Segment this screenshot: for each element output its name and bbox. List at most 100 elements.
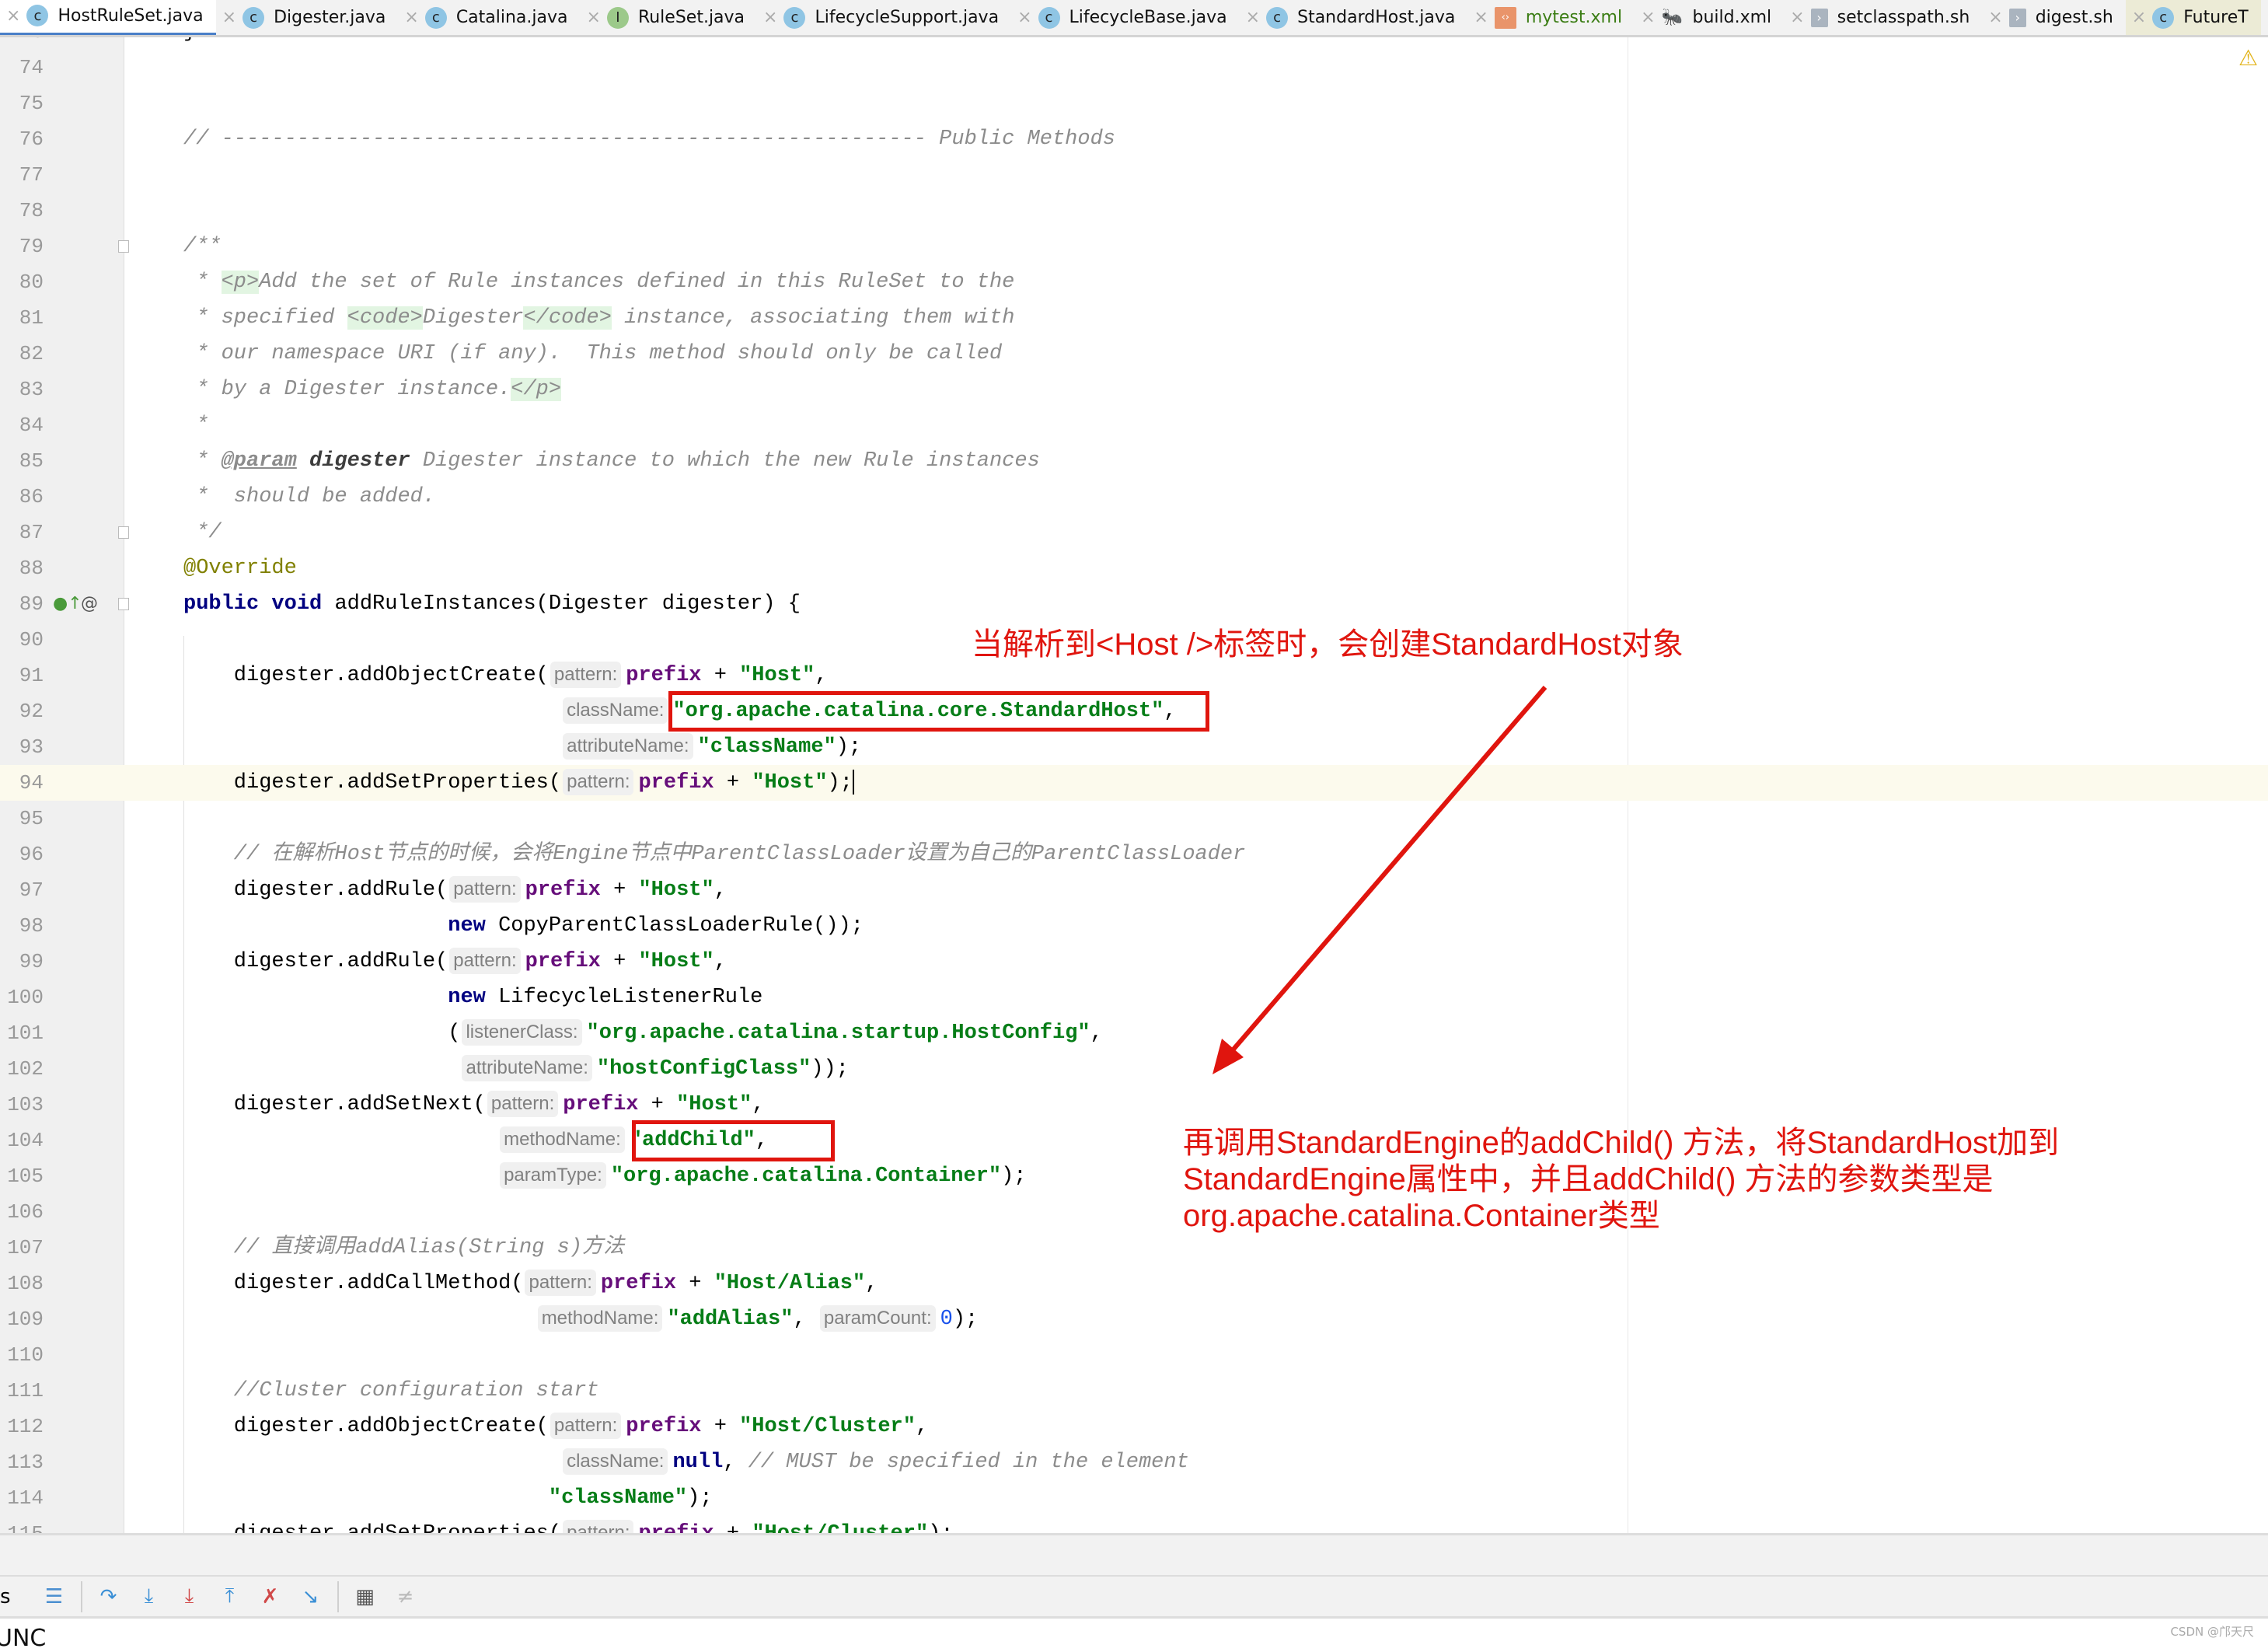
trace-icon[interactable]: ≠ xyxy=(386,1581,426,1612)
code-line[interactable]: 84 * xyxy=(0,407,2268,443)
code-line[interactable]: 93 attributeName: "className"); xyxy=(0,729,2268,765)
line-number: 75 xyxy=(19,92,44,115)
step-into-icon[interactable]: ⤓ xyxy=(129,1581,169,1612)
toolbar-left-label[interactable]: s xyxy=(0,1585,11,1608)
close-icon[interactable]: × xyxy=(1246,8,1260,27)
code-line[interactable]: 109 methodName: "addAlias", paramCount: 0)… xyxy=(0,1301,2268,1337)
code-line[interactable]: 98 new CopyParentClassLoaderRule()); xyxy=(0,908,2268,944)
code-line[interactable]: 97 digester.addRule(pattern: prefix + "Ho… xyxy=(0,872,2268,908)
parameter-hint: pattern: xyxy=(449,876,521,903)
tab-mytest-xml[interactable]: × ‹› mytest.xml xyxy=(1467,0,1635,35)
parameter-hint: pattern: xyxy=(525,1270,596,1296)
code-line[interactable]: 88 @Override xyxy=(0,550,2268,586)
code-lines[interactable]: 73} 74 75 76 // ----------------------------… xyxy=(0,37,2268,1533)
code-editor[interactable]: 73} 74 75 76 // ----------------------------… xyxy=(0,37,2268,1533)
code-line[interactable]: 77 xyxy=(0,157,2268,193)
tab-ruleset-java[interactable]: × I RuleSet.java xyxy=(581,0,758,35)
close-icon[interactable]: × xyxy=(1474,8,1488,27)
code-line[interactable]: 110 xyxy=(0,1337,2268,1373)
tab-catalina-java[interactable]: × c Catalina.java xyxy=(398,0,580,35)
fold-marker-icon[interactable] xyxy=(118,526,129,539)
close-icon[interactable]: × xyxy=(1790,8,1804,27)
code-line[interactable]: 78 xyxy=(0,193,2268,229)
code-line[interactable]: 86 * should be added. xyxy=(0,479,2268,515)
tab-futuret[interactable]: × c FutureT xyxy=(2125,0,2261,35)
code-line[interactable]: 87 */ xyxy=(0,515,2268,550)
parameter-hint: attributeName: xyxy=(462,1055,592,1081)
tab-hostruleset-java[interactable]: × c HostRuleSet.java xyxy=(0,0,216,35)
tab-lifecyclesupport-java[interactable]: × c LifecycleSupport.java xyxy=(757,0,1011,35)
close-icon[interactable]: × xyxy=(1017,8,1031,27)
fold-marker-icon[interactable] xyxy=(118,598,129,610)
tab-setclasspath-sh[interactable]: × › setclasspath.sh xyxy=(1784,0,1982,35)
annotation-note-2-line: 再调用StandardEngine的addChild() 方法，将Standar… xyxy=(1183,1126,2060,1160)
code-line[interactable]: 103 digester.addSetNext(pattern: prefix +… xyxy=(0,1087,2268,1123)
code-text: * <p>Add the set of Rule instances defin… xyxy=(183,264,1014,300)
code-line[interactable]: 114 "className"); xyxy=(0,1480,2268,1516)
frames-list-icon[interactable]: ☰ xyxy=(34,1581,75,1612)
close-icon[interactable]: × xyxy=(2132,8,2146,27)
code-line[interactable]: 99 digester.addRule(pattern: prefix + "Ho… xyxy=(0,944,2268,980)
code-line[interactable]: 111 //Cluster configuration start xyxy=(0,1373,2268,1409)
drop-frame-icon[interactable]: ✗ xyxy=(250,1581,291,1612)
code-line[interactable]: 95 xyxy=(0,801,2268,836)
line-number: 106 xyxy=(7,1200,44,1224)
code-text: */ xyxy=(183,515,221,550)
close-icon[interactable]: × xyxy=(587,8,601,27)
tab-standardhost-java[interactable]: × c StandardHost.java xyxy=(1240,0,1468,35)
code-token: //Cluster configuration start xyxy=(183,1379,599,1402)
close-icon[interactable]: × xyxy=(404,8,418,27)
code-text: methodName: "addAlias", paramCount: 0); xyxy=(183,1301,978,1337)
tool-window-header xyxy=(0,1533,2268,1575)
code-line[interactable]: 75 xyxy=(0,86,2268,121)
code-line[interactable]: 76 // -----------------------------------… xyxy=(0,121,2268,157)
code-line[interactable]: 79 /** xyxy=(0,229,2268,264)
code-line[interactable]: 96 // 在解析Host节点的时候，会将Engine节点中ParentClas… xyxy=(0,836,2268,872)
parameter-hint: pattern: xyxy=(563,1520,634,1533)
code-line[interactable]: 113 className: null, // MUST be specified… xyxy=(0,1444,2268,1480)
line-number: 73 xyxy=(0,37,44,50)
close-icon[interactable]: × xyxy=(1988,8,2002,27)
step-out-icon[interactable]: ⤒ xyxy=(210,1581,250,1612)
code-line[interactable]: 107 // 直接调用addAlias(String s)方法 xyxy=(0,1230,2268,1266)
code-text: digester.addSetNext(pattern: prefix + "Ho… xyxy=(183,1087,765,1123)
close-icon[interactable]: × xyxy=(6,6,20,26)
fold-marker-icon[interactable] xyxy=(118,240,129,253)
code-line[interactable]: 73} xyxy=(0,37,2268,50)
force-step-into-icon[interactable]: ⤓ xyxy=(169,1581,210,1612)
evaluate-expression-icon[interactable]: ▦ xyxy=(345,1581,386,1612)
code-line[interactable]: 89 ●↑ @ public void addRuleInstances(Digest… xyxy=(0,586,2268,622)
code-line[interactable]: 100 new LifecycleListenerRule xyxy=(0,980,2268,1015)
code-line[interactable]: 112 digester.addObjectCreate(pattern: pre… xyxy=(0,1409,2268,1444)
code-line[interactable]: 83 * by a Digester instance.</p> xyxy=(0,372,2268,407)
line-number: 112 xyxy=(7,1415,44,1438)
code-token: public void xyxy=(183,592,335,616)
code-token: ); xyxy=(827,771,853,795)
code-line[interactable]: 102 attributeName: "hostConfigClass")); xyxy=(0,1051,2268,1087)
code-line[interactable]: 94 digester.addSetProperties(pattern: pre… xyxy=(0,765,2268,801)
tab-build-xml[interactable]: × 🐜 build.xml xyxy=(1635,0,1784,35)
code-line[interactable]: 108 digester.addCallMethod(pattern: prefi… xyxy=(0,1266,2268,1301)
code-line[interactable]: 101 (listenerClass: "org.apache.catalina.… xyxy=(0,1015,2268,1051)
code-line[interactable]: 81 * specified <code>Digester</code> ins… xyxy=(0,300,2268,336)
tab-lifecyclebase-java[interactable]: × c LifecycleBase.java xyxy=(1011,0,1240,35)
watermark: CSDN @邝天尺 xyxy=(2170,1625,2254,1639)
code-line[interactable]: 80 * <p>Add the set of Rule instances de… xyxy=(0,264,2268,300)
step-over-icon[interactable]: ↷ xyxy=(89,1581,129,1612)
code-token: // MUST be specified in the element xyxy=(748,1451,1189,1474)
code-token: </code> xyxy=(523,306,612,330)
code-line[interactable]: 74 xyxy=(0,50,2268,86)
annotation-icon[interactable]: @ xyxy=(81,586,98,622)
close-icon[interactable]: × xyxy=(1641,8,1655,27)
tab-digest-sh[interactable]: × › digest.sh xyxy=(1982,0,2126,35)
run-to-cursor-icon[interactable]: ↘ xyxy=(291,1581,331,1612)
close-icon[interactable]: × xyxy=(222,8,236,27)
code-line[interactable]: 82 * our namespace URI (if any). This me… xyxy=(0,336,2268,372)
override-method-icon[interactable]: ●↑ xyxy=(53,586,82,622)
code-line[interactable]: 115 digester.addSetProperties(pattern: pr… xyxy=(0,1516,2268,1533)
code-text: /** xyxy=(183,229,222,264)
close-icon[interactable]: × xyxy=(763,8,777,27)
code-line[interactable]: 85 * @param digester Digester instance t… xyxy=(0,443,2268,479)
tab-digester-java[interactable]: × c Digester.java xyxy=(216,0,399,35)
